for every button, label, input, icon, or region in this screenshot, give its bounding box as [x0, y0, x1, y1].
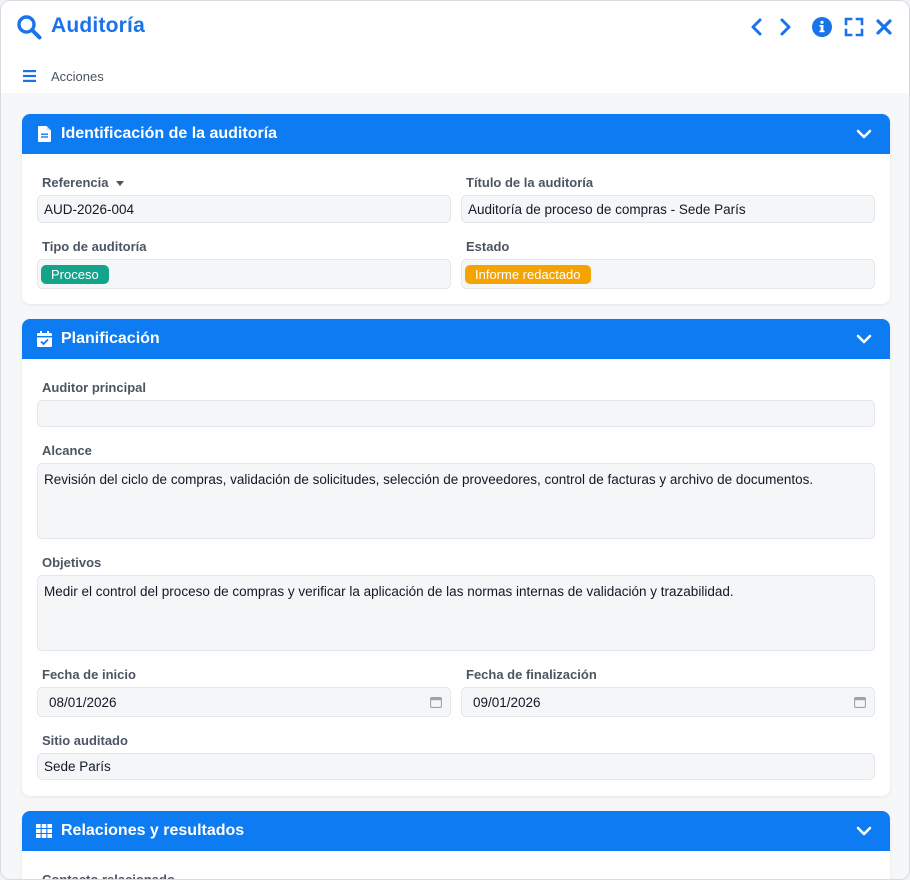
- window-title: Auditoría: [51, 14, 145, 37]
- table-grid-icon: [36, 823, 52, 839]
- hamburger-menu-icon: [23, 70, 36, 82]
- relations-title: Relaciones y resultados: [61, 822, 245, 839]
- site-value: Sede París: [44, 759, 111, 774]
- start-date-label: Fecha de inicio: [42, 667, 136, 682]
- chevron-left-icon: [751, 18, 762, 36]
- chevron-down-icon: [856, 826, 872, 836]
- chevron-down-icon: [856, 129, 872, 139]
- site-field[interactable]: Sede París: [37, 753, 875, 780]
- start-date-field[interactable]: 08/01/2026: [37, 687, 451, 717]
- window-controls: [745, 15, 895, 39]
- actions-menu[interactable]: Acciones: [23, 67, 104, 85]
- scope-label: Alcance: [42, 443, 92, 458]
- actions-label: Acciones: [51, 68, 104, 84]
- planning-title: Planificación: [61, 330, 160, 347]
- audit-type-field[interactable]: Proceso: [37, 259, 451, 289]
- calendar-icon[interactable]: [430, 696, 442, 708]
- status-field[interactable]: Informe redactado: [461, 259, 875, 289]
- relations-header[interactable]: Relaciones y resultados: [22, 811, 890, 851]
- identification-header[interactable]: Identificación de la auditoría: [22, 114, 890, 154]
- audit-title-value: Auditoría de proceso de compras - Sede P…: [468, 201, 746, 217]
- reference-field[interactable]: AUD-2026-004: [37, 195, 451, 223]
- caret-down-icon: [116, 181, 125, 187]
- chevron-right-icon: [780, 18, 791, 36]
- lead-auditor-field[interactable]: [37, 400, 875, 427]
- audit-window: Auditoría Acciones Identificación de la …: [0, 0, 910, 880]
- end-date-field[interactable]: 09/01/2026: [461, 687, 875, 717]
- info-icon: [812, 17, 832, 37]
- audit-type-tag: Proceso: [41, 264, 109, 284]
- info-button[interactable]: [811, 15, 833, 39]
- close-icon: [876, 19, 892, 35]
- maximize-button[interactable]: [843, 15, 865, 39]
- planning-header[interactable]: Planificación: [22, 319, 890, 359]
- end-date-label: Fecha de finalización: [466, 667, 597, 682]
- audit-type-label: Tipo de auditoría: [42, 239, 147, 254]
- objectives-value: Medir el control del proceso de compras …: [44, 584, 734, 599]
- audit-title-field[interactable]: Auditoría de proceso de compras - Sede P…: [461, 195, 875, 223]
- previous-button[interactable]: [745, 15, 767, 39]
- objectives-label: Objetivos: [42, 555, 102, 570]
- start-date-value: 08/01/2026: [49, 694, 117, 710]
- objectives-textarea[interactable]: Medir el control del proceso de compras …: [37, 575, 875, 651]
- document-icon: [36, 126, 52, 142]
- identification-title: Identificación de la auditoría: [61, 125, 278, 142]
- planning-section: Planificación Auditor principal Alcance …: [22, 319, 890, 796]
- scope-value: Revisión del ciclo de compras, validació…: [44, 472, 814, 487]
- calendar-icon[interactable]: [854, 696, 866, 708]
- reference-label-text: Referencia: [42, 175, 109, 190]
- status-label: Estado: [466, 239, 510, 254]
- end-date-value: 09/01/2026: [473, 694, 541, 710]
- audit-title-label: Título de la auditoría: [466, 175, 594, 190]
- expand-icon: [844, 17, 864, 37]
- identification-section: Identificación de la auditoría Referenci…: [22, 114, 890, 304]
- reference-label[interactable]: Referencia: [42, 175, 125, 190]
- scope-textarea[interactable]: Revisión del ciclo de compras, validació…: [37, 463, 875, 539]
- close-button[interactable]: [873, 15, 895, 39]
- title-bar: Auditoría Acciones: [1, 1, 909, 93]
- search-icon: [17, 15, 42, 40]
- lead-auditor-label: Auditor principal: [42, 380, 146, 395]
- status-tag: Informe redactado: [465, 264, 591, 284]
- next-button[interactable]: [775, 15, 797, 39]
- chevron-down-icon: [856, 334, 872, 344]
- relations-section: Relaciones y resultados Contacto relacio…: [22, 811, 890, 880]
- reference-value: AUD-2026-004: [44, 201, 135, 217]
- site-label: Sitio auditado: [42, 733, 128, 748]
- calendar-check-icon: [36, 331, 52, 347]
- related-contact-label: Contacto relacionado: [42, 872, 175, 880]
